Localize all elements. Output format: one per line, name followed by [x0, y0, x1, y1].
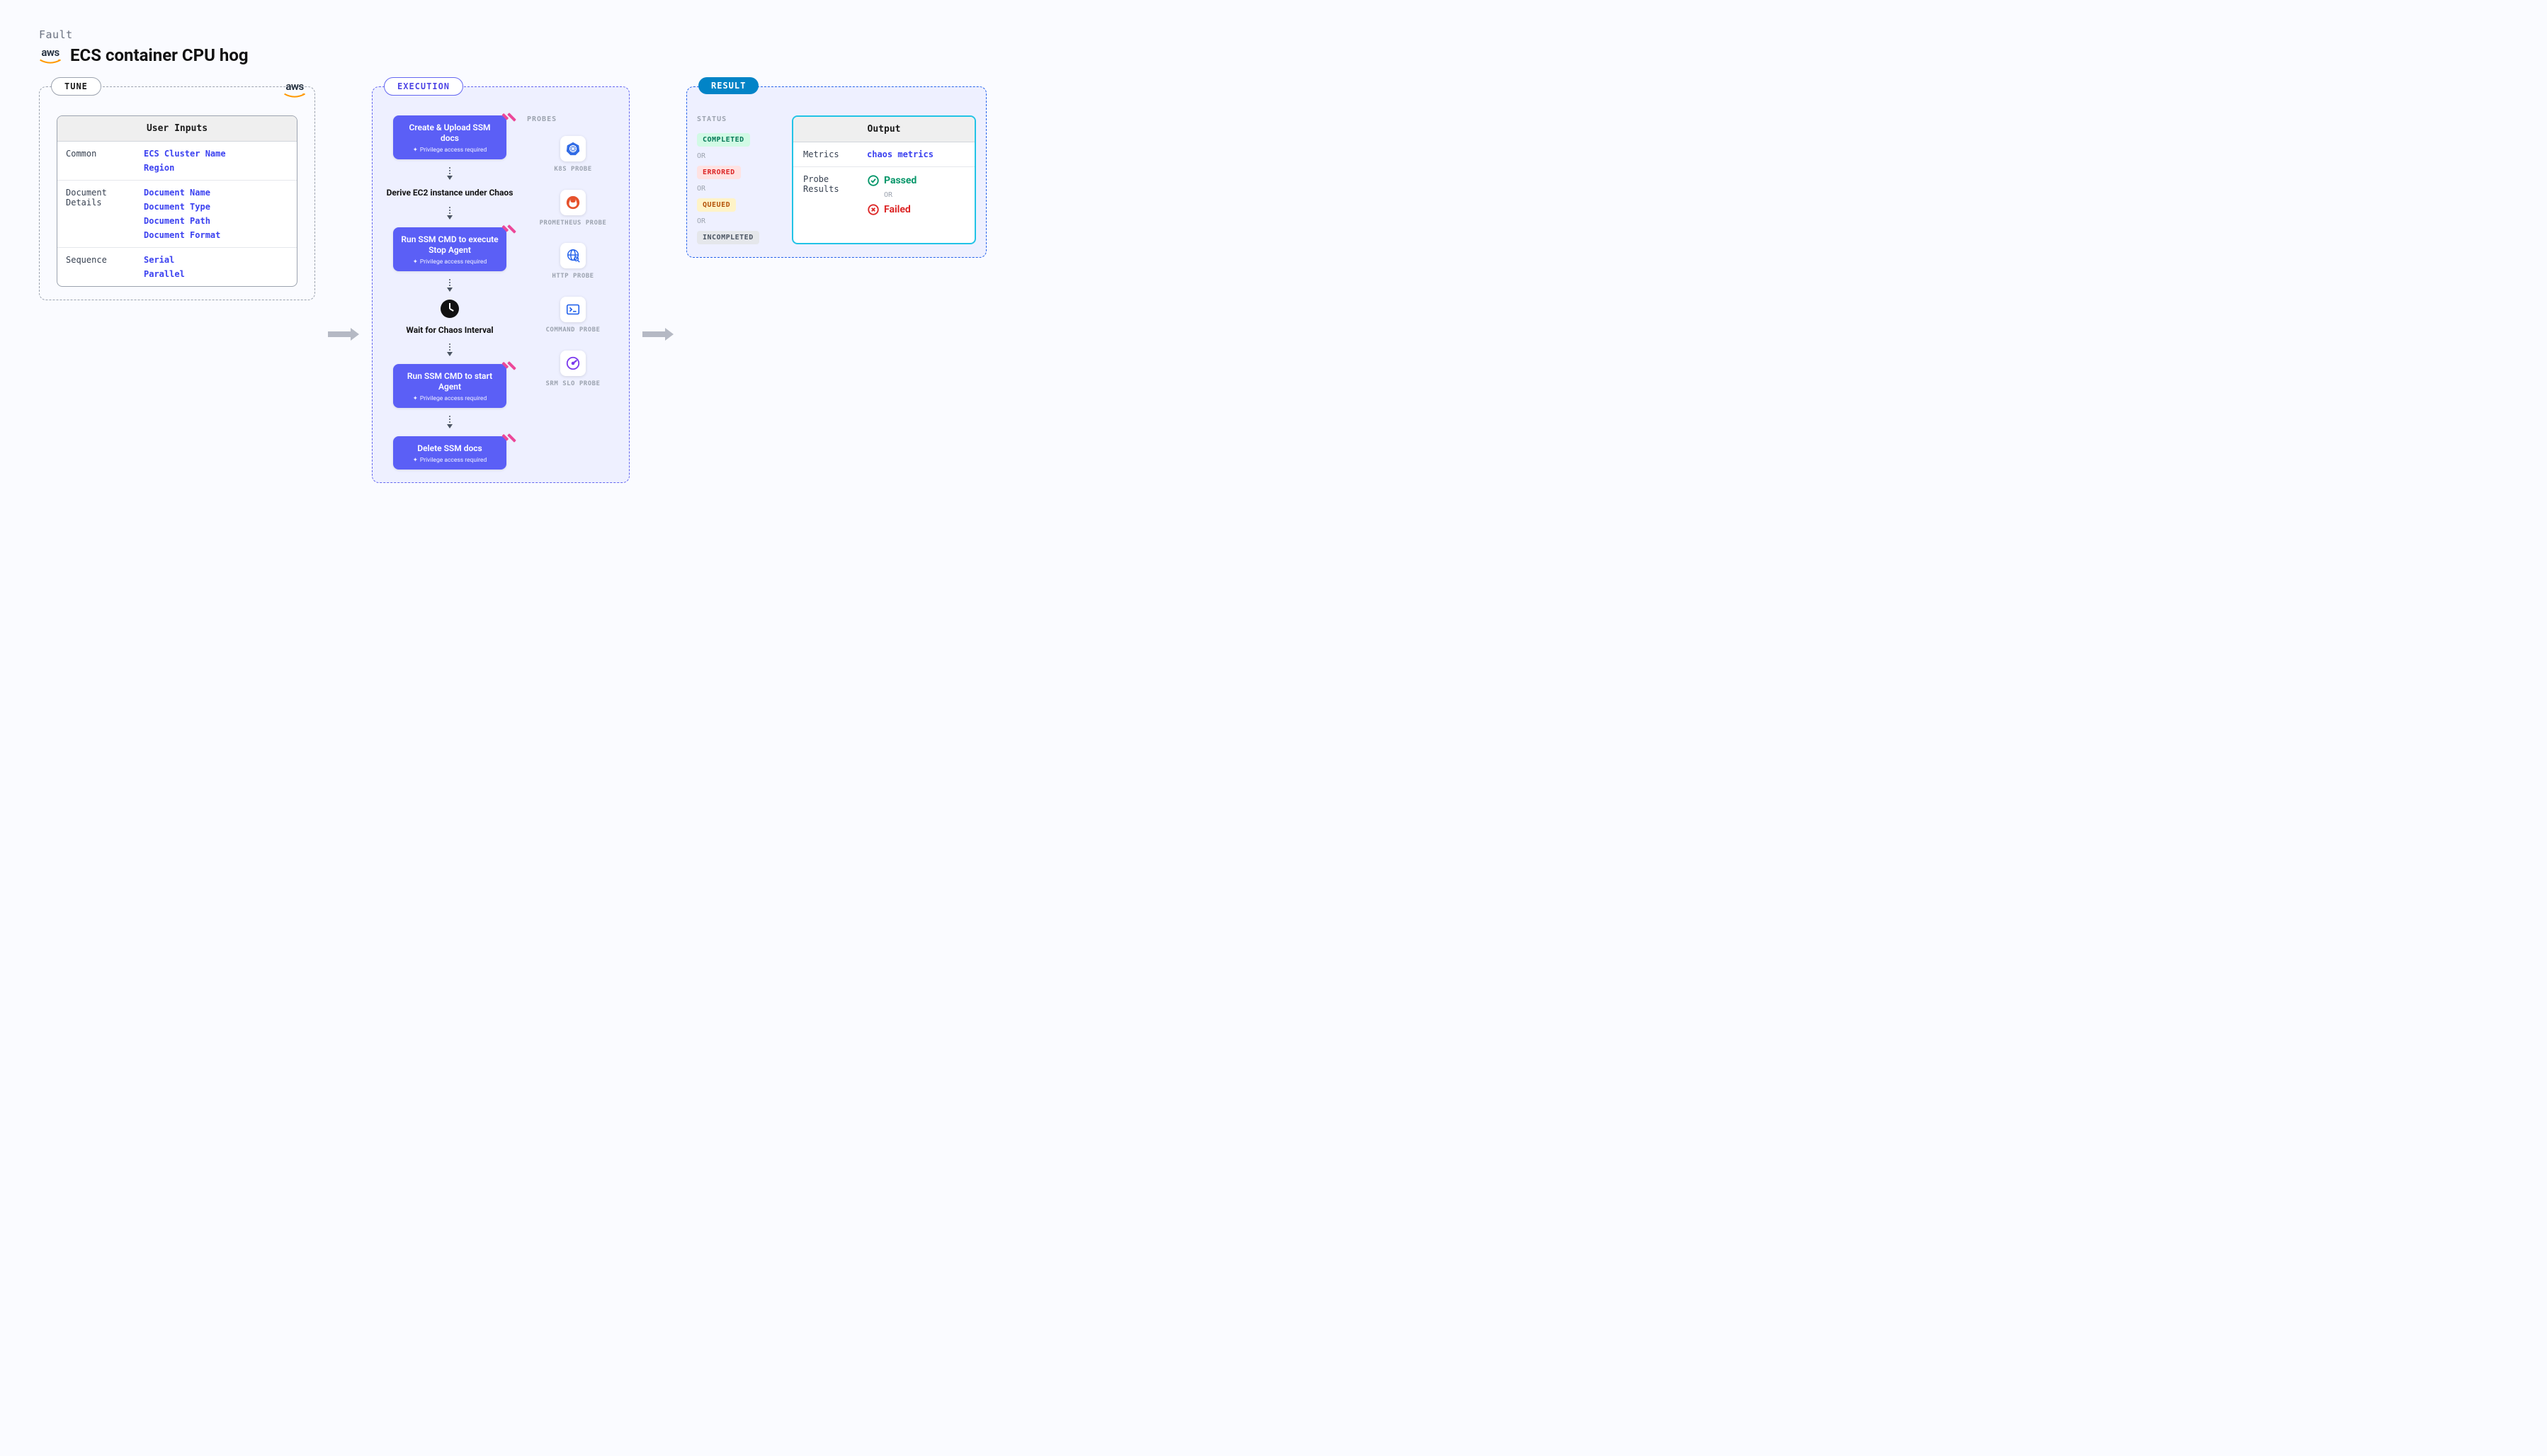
flow-arrow-icon: [328, 328, 359, 341]
step-title: Create & Upload SSM docs: [400, 123, 499, 144]
probe-k8s: K8S PROBE: [554, 136, 591, 174]
probe-results-label: Probe Results: [803, 174, 860, 194]
x-circle-icon: [867, 203, 880, 216]
input-value: Serial: [144, 255, 185, 265]
clock-icon: [441, 300, 459, 318]
aws-logo-icon: aws: [39, 46, 62, 64]
input-value: Region: [144, 163, 226, 173]
decoration-icon: [499, 430, 513, 444]
output-card: Output Metrics chaos metrics Probe Resul…: [792, 115, 976, 244]
or-label: OR: [884, 191, 917, 199]
or-label: OR: [697, 217, 782, 225]
privilege-note: ✦Privilege access required: [400, 147, 499, 154]
decoration-icon: [499, 221, 513, 235]
step-run-ssm-start: Run SSM CMD to start Agent ✦Privilege ac…: [393, 364, 506, 408]
privilege-note: ✦Privilege access required: [400, 457, 499, 464]
inputs-label: Document Details: [66, 188, 137, 240]
input-value: Document Name: [144, 188, 220, 198]
probe-srm-slo: SRM SLO PROBE: [546, 351, 601, 389]
terminal-icon: [560, 297, 586, 322]
execution-flow: Create & Upload SSM docs ✦Privilege acce…: [382, 115, 517, 470]
status-incompleted: INCOMPLETED: [697, 231, 759, 244]
flow-connector-icon: [447, 166, 453, 181]
privilege-note: ✦Privilege access required: [400, 258, 499, 266]
or-label: OR: [697, 152, 782, 160]
step-title: Delete SSM docs: [400, 443, 499, 454]
probe-label: K8S PROBE: [554, 166, 591, 174]
status-heading: STATUS: [697, 115, 782, 123]
input-value: Document Path: [144, 216, 220, 226]
flow-connector-icon: [447, 278, 453, 292]
output-row-metrics: Metrics chaos metrics: [793, 142, 975, 167]
status-completed: COMPLETED: [697, 133, 750, 147]
probe-command: COMMAND PROBE: [546, 297, 601, 335]
step-title: Run SSM CMD to start Agent: [400, 371, 499, 392]
inputs-label: Sequence: [66, 255, 137, 279]
step-derive-ec2: Derive EC2 instance under Chaos: [387, 188, 514, 199]
step-title: Run SSM CMD to execute Stop Agent: [400, 234, 499, 256]
flow-connector-icon: [447, 343, 453, 357]
output-title: Output: [793, 117, 975, 142]
user-inputs-title: User Inputs: [57, 116, 297, 142]
step-run-ssm-stop: Run SSM CMD to execute Stop Agent ✦Privi…: [393, 227, 506, 271]
input-value: Document Type: [144, 202, 220, 212]
status-queued: QUEUED: [697, 198, 736, 212]
input-value: Parallel: [144, 269, 185, 279]
flow-connector-icon: [447, 206, 453, 220]
globe-icon: [560, 243, 586, 268]
k8s-icon: [560, 136, 586, 161]
probes-heading: PROBES: [527, 115, 619, 123]
or-label: OR: [697, 185, 782, 193]
diagram-canvas: TUNE aws User Inputs Common ECS Cluster …: [39, 86, 2508, 483]
tune-panel: TUNE aws User Inputs Common ECS Cluster …: [39, 86, 315, 300]
prometheus-icon: [560, 190, 586, 215]
probe-label: COMMAND PROBE: [546, 326, 601, 335]
probe-http: HTTP PROBE: [552, 243, 594, 281]
metrics-value: chaos metrics: [867, 149, 934, 159]
probe-prometheus: PROMETHEUS PROBE: [540, 190, 607, 228]
metrics-label: Metrics: [803, 149, 860, 159]
status-errored: ERRORED: [697, 166, 741, 179]
input-value: Document Format: [144, 230, 220, 240]
input-value: ECS Cluster Name: [144, 149, 226, 159]
decoration-icon: [499, 109, 513, 123]
probe-label: HTTP PROBE: [552, 273, 594, 281]
step-delete-ssm: Delete SSM docs ✦Privilege access requir…: [393, 436, 506, 470]
flow-arrow-icon: [642, 328, 674, 341]
privilege-note: ✦Privilege access required: [400, 395, 499, 402]
inputs-section-common: Common ECS Cluster Name Region: [57, 142, 297, 181]
status-column: STATUS COMPLETED OR ERRORED OR QUEUED OR…: [697, 115, 782, 244]
user-inputs-card: User Inputs Common ECS Cluster Name Regi…: [57, 115, 297, 287]
execution-badge: EXECUTION: [384, 77, 463, 96]
inputs-label: Common: [66, 149, 137, 173]
inputs-section-sequence: Sequence Serial Parallel: [57, 248, 297, 286]
output-row-probe-results: Probe Results Passed OR Failed: [793, 167, 975, 223]
aws-logo-icon: aws: [283, 80, 306, 98]
decoration-icon: [499, 358, 513, 372]
result-panel: RESULT STATUS COMPLETED OR ERRORED OR QU…: [686, 86, 987, 258]
probes-column: PROBES K8S PROBE PROMETHEUS PROBE: [527, 115, 619, 470]
page-header: Fault aws ECS container CPU hog: [39, 28, 2508, 65]
header-eyebrow: Fault: [39, 28, 2508, 41]
execution-panel: EXECUTION Create & Upload SSM docs ✦Priv…: [372, 86, 630, 483]
tune-badge: TUNE: [51, 77, 101, 96]
probe-label: SRM SLO PROBE: [546, 380, 601, 389]
probe-label: PROMETHEUS PROBE: [540, 220, 607, 228]
flow-connector-icon: [447, 415, 453, 429]
step-wait-interval: Wait for Chaos Interval: [406, 325, 493, 336]
result-badge: RESULT: [698, 77, 759, 94]
inputs-section-document-details: Document Details Document Name Document …: [57, 181, 297, 248]
gauge-icon: [560, 351, 586, 376]
step-create-upload-ssm: Create & Upload SSM docs ✦Privilege acce…: [393, 115, 506, 159]
page-title: ECS container CPU hog: [70, 45, 249, 65]
check-circle-icon: [867, 174, 880, 187]
failed-result: Failed: [867, 203, 917, 216]
passed-result: Passed: [867, 174, 917, 187]
